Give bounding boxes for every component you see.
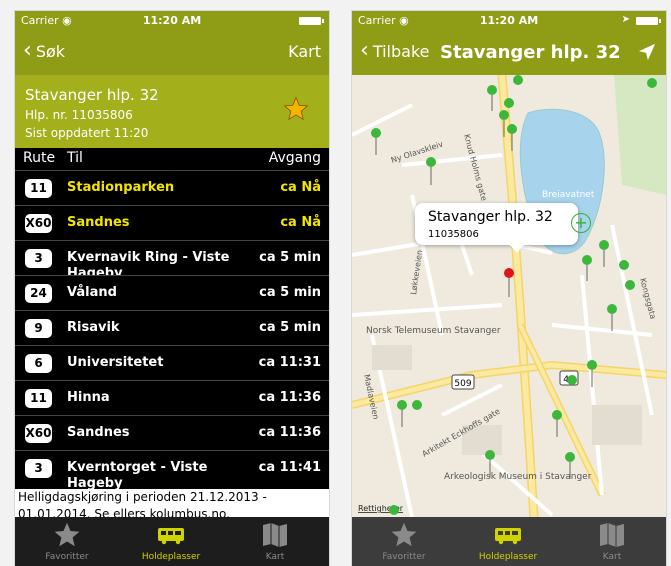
destination: Hinna (67, 390, 110, 405)
departure-row[interactable]: 3 Kvernavik Ring - Viste Hageby ca 5 min (15, 240, 329, 281)
col-route: Rute (23, 150, 56, 166)
last-updated: Sist oppdatert 11:20 (25, 126, 149, 140)
map-label-telemuseum: Norsk Telemuseum Stavanger (366, 326, 501, 336)
tab-bar: Favoritter Holdeplasser Kart (15, 517, 329, 566)
route-badge: 11 (25, 179, 52, 198)
nav-bar: ‹ Søk Kart (15, 31, 329, 75)
map-view[interactable]: 509 44 Breiavatnet Norsk Telemuseum Stav… (352, 75, 666, 517)
star-icon (54, 522, 80, 547)
departure-time: ca 5 min (259, 250, 321, 265)
status-bar: Carrier ◉ 11:20 AM (15, 11, 329, 31)
departure-time: ca Nå (280, 180, 321, 195)
departure-row[interactable]: 3 Kverntorget - Viste Hageby ca 11:41 (15, 450, 329, 491)
bus-icon (495, 528, 521, 545)
tab-label: Holdeplasser (478, 552, 538, 562)
location-icon: ➤ (621, 14, 630, 25)
tab-label: Holdeplasser (141, 552, 201, 562)
tab-favoritter[interactable]: Favoritter (352, 517, 456, 566)
destination: Kverntorget - Viste Hageby (67, 460, 208, 491)
chevron-left-icon: ‹ (360, 38, 369, 63)
back-label: Søk (35, 41, 66, 61)
star-icon[interactable] (283, 96, 309, 122)
destination: Stadionparken (67, 180, 175, 195)
tab-holdeplasser[interactable]: Holdeplasser (456, 517, 560, 566)
map-label-lokkeveien: Løkkeveien (409, 249, 424, 295)
departure-time: ca Nå (280, 215, 321, 230)
map-button[interactable]: Kart (288, 42, 321, 61)
col-to: Til (67, 150, 83, 166)
add-favorite-icon[interactable]: + (571, 213, 591, 233)
departure-row[interactable]: X60 Sandnes ca Nå (15, 205, 329, 242)
status-bar: Carrier ◉ 11:20 AM ➤ (352, 11, 666, 31)
stop-header: Stavanger hlp. 32 Hlp. nr. 11035806 Sist… (15, 75, 329, 148)
route-badge: 9 (25, 319, 52, 338)
departure-time: ca 11:41 (258, 460, 321, 475)
destination: Sandnes (67, 215, 130, 230)
departure-row[interactable]: 6 Universitetet ca 11:31 (15, 345, 329, 382)
departure-row[interactable]: 9 Risavik ca 5 min (15, 310, 329, 347)
stop-callout[interactable]: Stavanger hlp. 32 11035806 + (415, 203, 591, 253)
status-time: 11:20 AM (479, 14, 539, 27)
map-icon (600, 523, 624, 547)
route-badge: 6 (25, 354, 52, 373)
route-badge: X60 (25, 424, 52, 443)
route-badge: 3 (25, 459, 52, 478)
departure-row[interactable]: 24 Våland ca 5 min (15, 275, 329, 312)
bus-icon (158, 528, 184, 545)
back-button[interactable]: ‹ Søk (23, 38, 66, 63)
departure-row[interactable]: X60 Sandnes ca 11:36 (15, 415, 329, 452)
destination: Universitetet (67, 355, 164, 370)
callout-number: 11035806 (428, 229, 479, 240)
departures-screen: Carrier ◉ 11:20 AM ‹ Søk Kart Stavanger … (14, 10, 330, 566)
route-badge: 24 (25, 284, 52, 303)
route-shield-label: 509 (454, 379, 471, 389)
star-icon (391, 522, 417, 547)
tab-bar: Favoritter Holdeplasser Kart (352, 517, 666, 566)
departure-row[interactable]: 11 Hinna ca 11:36 (15, 380, 329, 417)
destination: Risavik (67, 320, 120, 335)
stop-number: Hlp. nr. 11035806 (25, 108, 133, 122)
col-departure: Avgang (268, 150, 321, 166)
departure-time: ca 5 min (259, 285, 321, 300)
column-header: Rute Til Avgang (15, 148, 329, 170)
map-label-breiavatnet: Breiavatnet (542, 190, 595, 200)
destination: Sandnes (67, 425, 130, 440)
tab-kart[interactable]: Kart (560, 517, 664, 566)
selected-stop-pin[interactable] (504, 268, 514, 297)
map-label-knud-holms: Knud Holms gate (462, 133, 488, 202)
callout-name: Stavanger hlp. 32 (428, 209, 553, 225)
page-title: Stavanger hlp. 32 (440, 42, 621, 63)
route-badge: X60 (25, 214, 52, 233)
back-label: Tilbake (372, 41, 430, 61)
status-time: 11:20 AM (142, 14, 202, 27)
battery-icon (636, 17, 661, 25)
back-button[interactable]: ‹ Tilbake (360, 38, 430, 63)
tab-kart[interactable]: Kart (223, 517, 327, 566)
departure-time: ca 11:36 (258, 390, 321, 405)
tab-label: Favoritter (382, 552, 426, 562)
route-badge: 11 (25, 389, 52, 408)
battery-icon (299, 17, 324, 25)
map-label-text: Norsk Telemuseum Stavanger (366, 326, 501, 336)
chevron-left-icon: ‹ (23, 38, 32, 63)
nav-bar: ‹ Tilbake Stavanger hlp. 32 (352, 31, 666, 75)
departure-time: ca 11:31 (258, 355, 321, 370)
departure-time: ca 5 min (259, 320, 321, 335)
map-label-kongsgata: Kongsgata (638, 277, 658, 320)
departure-time: ca 11:36 (258, 425, 321, 440)
tab-holdeplasser[interactable]: Holdeplasser (119, 517, 223, 566)
tab-label: Kart (265, 552, 285, 562)
tab-label: Kart (602, 552, 622, 562)
map-canvas: 509 44 Breiavatnet Norsk Telemuseum Stav… (352, 75, 666, 517)
destination: Våland (67, 285, 117, 300)
map-icon (263, 523, 287, 547)
tab-label: Favoritter (45, 552, 89, 562)
tab-favoritter[interactable]: Favoritter (15, 517, 119, 566)
location-arrow-icon[interactable] (638, 43, 656, 61)
route-badge: 3 (25, 249, 52, 268)
stop-name: Stavanger hlp. 32 (25, 86, 159, 104)
map-screen: Carrier ◉ 11:20 AM ➤ ‹ Tilbake Stavanger… (351, 10, 667, 566)
departure-row[interactable]: 11 Stadionparken ca Nå (15, 170, 329, 207)
